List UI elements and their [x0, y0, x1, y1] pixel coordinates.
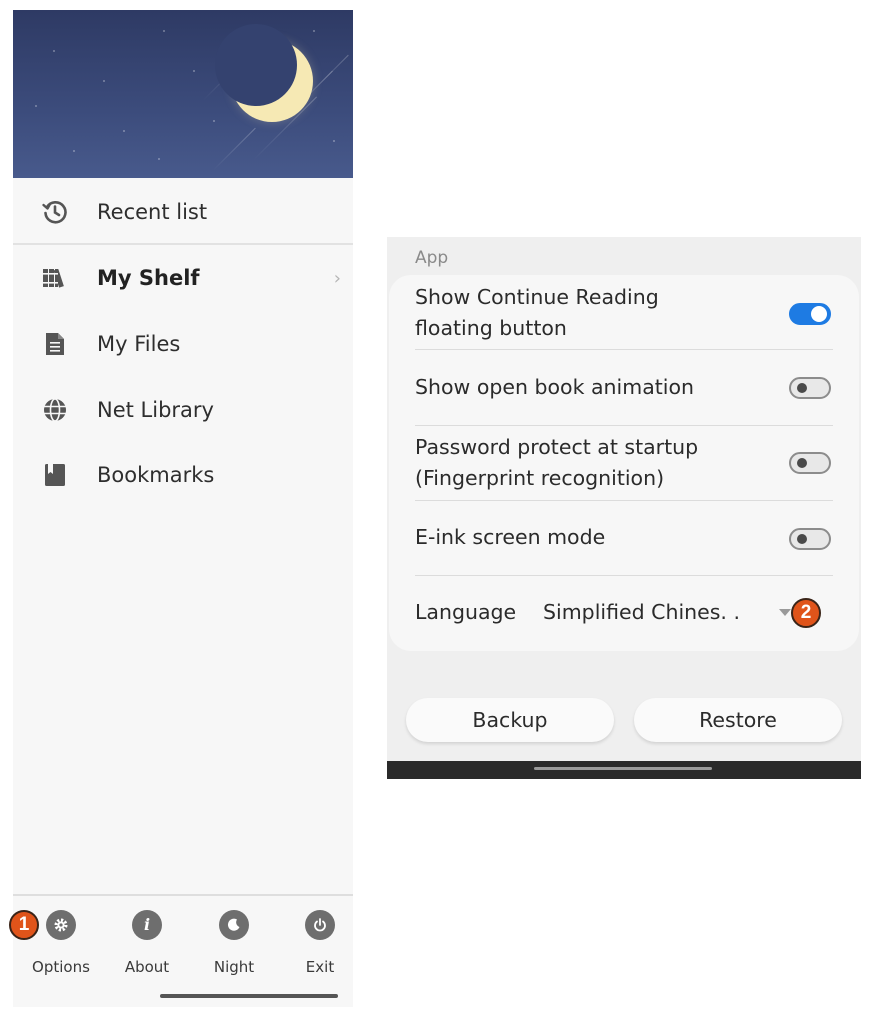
- night-mode-button[interactable]: Night: [199, 906, 269, 984]
- bookmark-icon: [41, 461, 69, 489]
- menu-item-my-files[interactable]: My Files: [13, 312, 353, 376]
- menu-label-recent-list: Recent list: [97, 200, 208, 224]
- night-label: Night: [213, 958, 255, 976]
- about-button[interactable]: i About: [112, 906, 182, 984]
- exit-button[interactable]: Exit: [285, 906, 353, 984]
- info-icon: i: [132, 910, 162, 940]
- callout-marker-1: 1: [9, 910, 39, 940]
- language-label: Language: [415, 600, 517, 624]
- menu-label-net-library: Net Library: [97, 398, 214, 422]
- power-icon: [305, 910, 335, 940]
- open-book-animation-toggle[interactable]: [789, 377, 831, 399]
- gesture-handle: [160, 994, 338, 998]
- callout-marker-2: 2: [791, 598, 821, 628]
- setting-label-password-protect: Password protect at startup (Fingerprint…: [415, 435, 699, 490]
- section-title-app: App: [415, 248, 449, 268]
- menu-item-my-shelf[interactable]: My Shelf ›: [13, 246, 353, 310]
- setting-label-eink-mode: E-ink screen mode: [415, 525, 606, 549]
- settings-panel: App Show Continue Reading floating butto…: [387, 237, 861, 779]
- eink-mode-toggle[interactable]: [789, 528, 831, 550]
- restore-button[interactable]: Restore: [634, 698, 842, 742]
- setting-label-continue-reading: Show Continue Reading floating button: [415, 285, 659, 340]
- setting-row-language[interactable]: Language Simplified Chines. .: [415, 597, 833, 631]
- system-navigation-bar: [387, 761, 861, 779]
- moon-icon: [219, 910, 249, 940]
- drawer-header-illustration: [13, 10, 353, 178]
- continue-reading-toggle[interactable]: [789, 303, 831, 325]
- exit-label: Exit: [305, 958, 335, 976]
- language-select[interactable]: Simplified Chines. .: [543, 597, 740, 628]
- menu-item-recent-list[interactable]: Recent list: [13, 180, 353, 244]
- bookshelf-icon: [41, 264, 69, 292]
- file-icon: [41, 330, 69, 358]
- menu-item-net-library[interactable]: Net Library: [13, 378, 353, 442]
- menu-divider: [13, 243, 353, 245]
- about-label: About: [124, 958, 170, 976]
- setting-row-continue-reading[interactable]: Show Continue Reading floating button: [415, 281, 833, 347]
- dropdown-arrow-icon[interactable]: [779, 609, 791, 616]
- menu-label-my-shelf: My Shelf: [97, 266, 200, 290]
- chevron-right-icon: ›: [333, 267, 341, 289]
- gear-icon: [46, 910, 76, 940]
- row-divider: [415, 575, 833, 576]
- setting-row-password-protect[interactable]: Password protect at startup (Fingerprint…: [415, 426, 833, 500]
- setting-label-open-book-animation: Show open book animation: [415, 375, 695, 399]
- menu-label-my-files: My Files: [97, 332, 181, 356]
- globe-icon: [41, 396, 69, 424]
- navigation-drawer: Recent list My Shelf › My Files Net Libr…: [13, 10, 353, 1007]
- gesture-handle: [534, 767, 712, 770]
- setting-row-eink-mode[interactable]: E-ink screen mode: [415, 501, 833, 575]
- menu-item-bookmarks[interactable]: Bookmarks: [13, 443, 353, 507]
- history-icon: [41, 198, 69, 226]
- password-protect-toggle[interactable]: [789, 452, 831, 474]
- backup-button[interactable]: Backup: [406, 698, 614, 742]
- setting-row-open-book-animation[interactable]: Show open book animation: [415, 350, 833, 424]
- menu-label-bookmarks: Bookmarks: [97, 463, 215, 487]
- bottom-bar-divider: [13, 894, 353, 896]
- options-label: Options: [32, 958, 90, 976]
